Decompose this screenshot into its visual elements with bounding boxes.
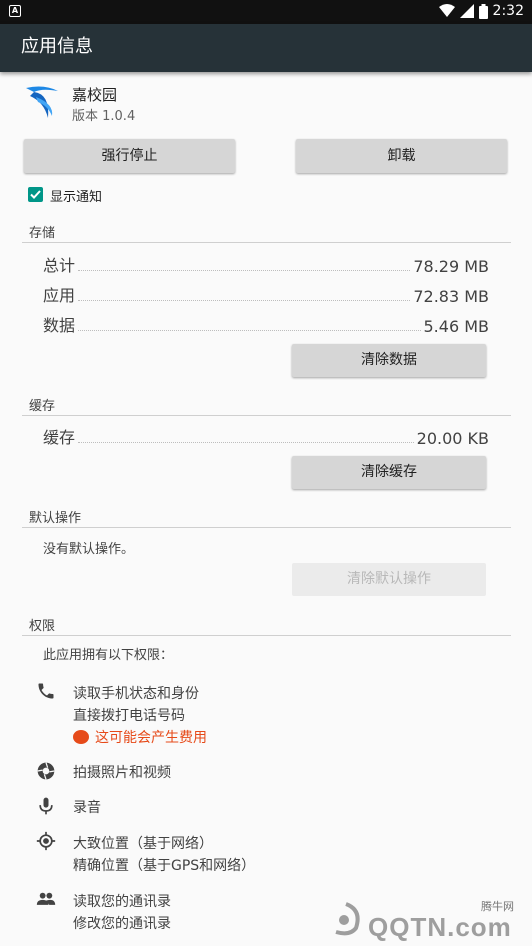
coins-icon bbox=[73, 730, 89, 744]
watermark-logo-icon bbox=[335, 902, 360, 936]
storage-data-label: 数据 bbox=[43, 316, 76, 335]
cache-label: 缓存 bbox=[43, 428, 76, 447]
cache-section-title: 缓存 bbox=[29, 399, 56, 414]
dotted-leader bbox=[78, 442, 414, 443]
no-defaults-text: 没有默认操作。 bbox=[43, 542, 135, 557]
clear-data-button[interactable]: 清除数据 bbox=[292, 344, 486, 377]
status-time: 2:32 bbox=[492, 3, 524, 19]
defaults-divider bbox=[22, 527, 511, 528]
app-logo-icon bbox=[26, 86, 58, 118]
cache-divider bbox=[22, 415, 511, 416]
battery-icon bbox=[478, 3, 488, 19]
defaults-section-title: 默认操作 bbox=[29, 511, 82, 526]
cost-warning: 这可能会产生费用 bbox=[73, 727, 207, 747]
status-bar: A 2:32 bbox=[0, 0, 532, 24]
clear-defaults-button[interactable]: 清除默认操作 bbox=[292, 563, 486, 596]
permissions-section-title: 权限 bbox=[29, 619, 56, 634]
storage-row-data: 数据 5.46 MB bbox=[43, 312, 489, 336]
phone-icon bbox=[38, 683, 54, 699]
watermark-text: 腾牛网 bbox=[481, 900, 514, 913]
perm-phone-state: 读取手机状态和身份 bbox=[73, 686, 199, 702]
perm-microphone: 录音 bbox=[73, 800, 101, 816]
storage-row-total: 总计 78.29 MB bbox=[43, 252, 489, 276]
app-version: 版本 1.0.4 bbox=[72, 109, 136, 124]
notification-icon: A bbox=[9, 5, 21, 17]
cache-value: 20.00 KB bbox=[416, 429, 489, 448]
uninstall-button[interactable]: 卸载 bbox=[296, 139, 507, 173]
microphone-icon bbox=[39, 797, 53, 815]
perm-coarse-location: 大致位置（基于网络） bbox=[73, 836, 213, 852]
storage-total-label: 总计 bbox=[43, 256, 76, 275]
storage-app-value: 72.83 MB bbox=[413, 287, 489, 306]
dotted-leader bbox=[78, 270, 411, 271]
signal-icon bbox=[459, 4, 474, 18]
perm-camera: 拍摄照片和视频 bbox=[73, 765, 171, 781]
force-stop-button[interactable]: 强行停止 bbox=[24, 139, 235, 173]
permissions-divider bbox=[22, 635, 511, 636]
storage-data-value: 5.46 MB bbox=[423, 317, 490, 336]
checkmark-icon bbox=[30, 190, 41, 199]
watermark: QQTN.com 腾牛网 bbox=[326, 898, 526, 942]
perm-read-contacts: 读取您的通讯录 bbox=[73, 894, 171, 910]
app-name: 嘉校园 bbox=[72, 86, 118, 104]
dotted-leader bbox=[78, 300, 411, 301]
perm-write-contacts: 修改您的通讯录 bbox=[73, 916, 171, 932]
contacts-icon bbox=[36, 892, 56, 905]
storage-app-label: 应用 bbox=[43, 286, 76, 305]
watermark-logo-text: QQTN.com bbox=[368, 912, 512, 942]
camera-icon bbox=[37, 762, 55, 780]
perm-fine-location: 精确位置（基于GPS和网络） bbox=[73, 858, 256, 874]
storage-section-title: 存储 bbox=[29, 226, 56, 241]
storage-divider bbox=[22, 242, 511, 243]
show-notifications-label: 显示通知 bbox=[50, 190, 103, 205]
permissions-intro: 此应用拥有以下权限： bbox=[43, 648, 174, 663]
page-title: 应用信息 bbox=[21, 36, 93, 57]
dotted-leader bbox=[78, 330, 421, 331]
storage-row-app: 应用 72.83 MB bbox=[43, 282, 489, 306]
cache-row: 缓存 20.00 KB bbox=[43, 424, 489, 448]
wifi-icon bbox=[438, 4, 455, 17]
app-bar: 应用信息 bbox=[0, 24, 532, 72]
cost-warning-text: 这可能会产生费用 bbox=[95, 730, 207, 746]
clear-cache-button[interactable]: 清除缓存 bbox=[292, 456, 486, 489]
show-notifications-checkbox[interactable] bbox=[28, 187, 43, 202]
storage-total-value: 78.29 MB bbox=[413, 257, 489, 276]
location-icon bbox=[36, 831, 56, 851]
perm-call-phone: 直接拨打电话号码 bbox=[73, 708, 185, 724]
